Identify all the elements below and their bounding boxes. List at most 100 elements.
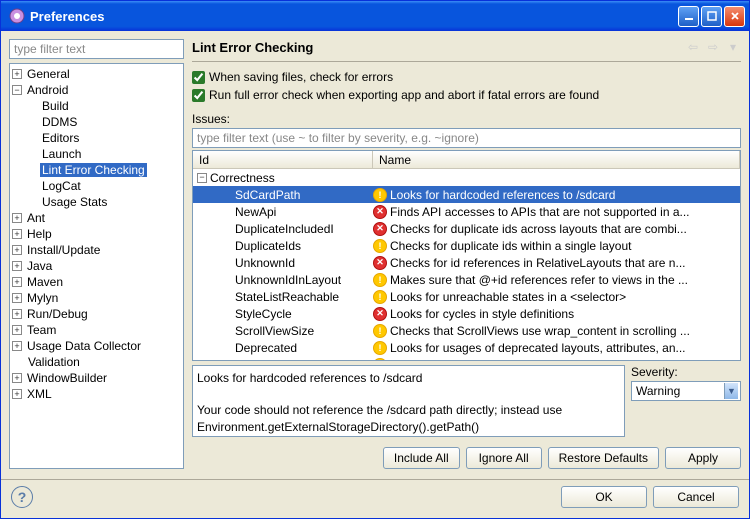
issue-name: Finds API accesses to APIs that are not … — [390, 205, 690, 219]
check-on-export-checkbox[interactable] — [192, 89, 205, 102]
tree-label: Launch — [40, 147, 83, 161]
nav-back-icon[interactable]: ⇦ — [685, 39, 701, 55]
preferences-tree[interactable]: +General−AndroidBuildDDMSEditorsLaunchLi… — [9, 63, 184, 469]
expand-icon[interactable]: + — [12, 293, 22, 303]
table-header: Id Name — [193, 151, 740, 169]
expand-icon[interactable]: + — [12, 245, 22, 255]
issues-table: Id Name −CorrectnessSdCardPath!Looks for… — [192, 150, 741, 361]
issue-row[interactable]: UnknownIdInLayout!Makes sure that @+id r… — [193, 271, 740, 288]
table-body[interactable]: −CorrectnessSdCardPath!Looks for hardcod… — [193, 169, 740, 360]
tree-item[interactable]: +Run/Debug — [12, 306, 181, 322]
nav-forward-icon[interactable]: ⇨ — [705, 39, 721, 55]
maximize-button[interactable] — [701, 6, 722, 27]
tree-item[interactable]: +Team — [12, 322, 181, 338]
issue-row[interactable]: SdCardPath!Looks for hardcoded reference… — [193, 186, 740, 203]
tree-label: Install/Update — [25, 243, 102, 257]
severity-select[interactable]: Warning ▼ — [631, 381, 741, 401]
issue-id: UnknownId — [193, 256, 373, 270]
issue-id: NewApi — [193, 205, 373, 219]
issue-row[interactable]: UnknownId✕Checks for id references in Re… — [193, 254, 740, 271]
tree-label: Android — [25, 83, 70, 97]
issue-name: Checks for id references in RelativeLayo… — [390, 256, 685, 270]
issue-detail: Looks for hardcoded references to /sdcar… — [192, 365, 625, 437]
tree-item[interactable]: LogCat — [12, 178, 181, 194]
include-all-button[interactable]: Include All — [383, 447, 460, 469]
check-on-save-checkbox[interactable] — [192, 71, 205, 84]
tree-item[interactable]: +Help — [12, 226, 181, 242]
tree-item[interactable]: −Android — [12, 82, 181, 98]
collapse-icon[interactable]: − — [12, 85, 22, 95]
tree-item[interactable]: +Ant — [12, 210, 181, 226]
col-id[interactable]: Id — [193, 151, 373, 168]
issues-filter-input[interactable] — [192, 128, 741, 148]
issue-row[interactable]: StyleCycle✕Looks for cycles in style def… — [193, 305, 740, 322]
expand-icon[interactable]: + — [12, 229, 22, 239]
tree-item[interactable]: Usage Stats — [12, 194, 181, 210]
expand-icon[interactable]: + — [12, 69, 22, 79]
nav-menu-icon[interactable]: ▾ — [725, 39, 741, 55]
collapse-icon[interactable]: − — [197, 173, 207, 183]
issue-row[interactable]: Deprecated!Looks for usages of deprecate… — [193, 339, 740, 356]
col-name[interactable]: Name — [373, 151, 740, 168]
tree-label: Usage Data Collector — [25, 339, 143, 353]
expand-icon[interactable]: + — [12, 325, 22, 335]
check-on-export-label: Run full error check when exporting app … — [209, 88, 599, 102]
tree-label: Lint Error Checking — [40, 163, 147, 177]
close-button[interactable] — [724, 6, 745, 27]
error-icon: ✕ — [373, 307, 387, 321]
expand-icon[interactable]: + — [12, 261, 22, 271]
tree-item[interactable]: +Mylyn — [12, 290, 181, 306]
tree-filter-input[interactable] — [9, 39, 184, 59]
ok-button[interactable]: OK — [561, 486, 647, 508]
cancel-button[interactable]: Cancel — [653, 486, 739, 508]
app-icon — [9, 8, 25, 24]
tree-label: DDMS — [40, 115, 79, 129]
tree-item[interactable]: +WindowBuilder — [12, 370, 181, 386]
issue-name: Looks for cycles in style definitions — [390, 307, 574, 321]
issue-row[interactable]: NewApi✕Finds API accesses to APIs that a… — [193, 203, 740, 220]
tree-item[interactable]: +XML — [12, 386, 181, 402]
apply-button[interactable]: Apply — [665, 447, 741, 469]
expand-icon[interactable]: + — [12, 277, 22, 287]
tree-item[interactable]: Editors — [12, 130, 181, 146]
restore-defaults-button[interactable]: Restore Defaults — [548, 447, 659, 469]
issue-row[interactable]: DuplicateIncludedI✕Checks for duplicate … — [193, 220, 740, 237]
expand-icon[interactable]: + — [12, 389, 22, 399]
category-row[interactable]: −Correctness — [193, 169, 740, 186]
tree-item[interactable]: +Java — [12, 258, 181, 274]
issue-row[interactable]: NestedScrolling!Checks whether a scrolli… — [193, 356, 740, 360]
warning-icon: ! — [373, 239, 387, 253]
issue-row[interactable]: ScrollViewSize!Checks that ScrollViews u… — [193, 322, 740, 339]
tree-item[interactable]: +Usage Data Collector — [12, 338, 181, 354]
issue-name: Looks for hardcoded references to /sdcar… — [390, 188, 615, 202]
expand-icon[interactable]: + — [12, 341, 22, 351]
tree-item[interactable]: +Maven — [12, 274, 181, 290]
tree-item[interactable]: +Install/Update — [12, 242, 181, 258]
tree-item[interactable]: DDMS — [12, 114, 181, 130]
tree-label: Help — [25, 227, 54, 241]
expand-icon[interactable]: + — [12, 213, 22, 223]
issue-id: NestedScrolling — [193, 358, 373, 361]
issue-row[interactable]: DuplicateIds!Checks for duplicate ids wi… — [193, 237, 740, 254]
tree-item[interactable]: Build — [12, 98, 181, 114]
check-on-export-row[interactable]: Run full error check when exporting app … — [192, 88, 741, 102]
expand-icon[interactable]: + — [12, 309, 22, 319]
tree-label: LogCat — [40, 179, 83, 193]
tree-label: Validation — [26, 355, 82, 369]
help-icon[interactable]: ? — [11, 486, 33, 508]
issue-name: Checks that ScrollViews use wrap_content… — [390, 324, 690, 338]
tree-item[interactable]: Launch — [12, 146, 181, 162]
check-on-save-row[interactable]: When saving files, check for errors — [192, 70, 741, 84]
issue-row[interactable]: StateListReachable!Looks for unreachable… — [193, 288, 740, 305]
titlebar: Preferences — [1, 1, 749, 31]
tree-item[interactable]: Validation — [12, 354, 181, 370]
tree-label: WindowBuilder — [25, 371, 109, 385]
expand-icon[interactable]: + — [12, 373, 22, 383]
warning-icon: ! — [373, 358, 387, 361]
error-icon: ✕ — [373, 222, 387, 236]
minimize-button[interactable] — [678, 6, 699, 27]
window-title: Preferences — [30, 9, 676, 24]
tree-item[interactable]: +General — [12, 66, 181, 82]
ignore-all-button[interactable]: Ignore All — [466, 447, 542, 469]
tree-item[interactable]: Lint Error Checking — [12, 162, 181, 178]
